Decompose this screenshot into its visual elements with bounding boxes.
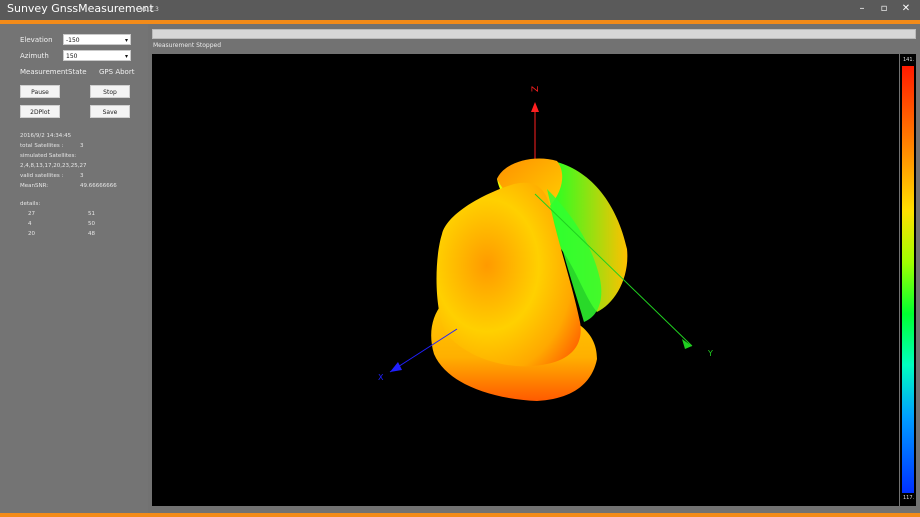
colorbar bbox=[902, 66, 914, 493]
satellite-info: 2016/9/2 14:34:45 total Satellites : 3 si… bbox=[20, 131, 140, 239]
measurement-state-value: GPS Abort bbox=[99, 68, 135, 76]
chevron-down-icon: ▾ bbox=[124, 37, 128, 44]
colorbar-min-label: 117. bbox=[903, 495, 915, 501]
detail-sat: 27 bbox=[28, 211, 35, 217]
mean-snr-label: MeanSNR: bbox=[20, 183, 49, 189]
mean-snr-value: 49.66666666 bbox=[80, 183, 117, 189]
simulated-satellites-label: simulated Satellites: bbox=[20, 153, 77, 159]
details-row: 4 50 bbox=[20, 219, 140, 229]
details-row: 20 48 bbox=[20, 229, 140, 239]
chevron-down-icon: ▾ bbox=[124, 53, 128, 60]
azimuth-value: 150 bbox=[66, 53, 78, 60]
detail-snr: 50 bbox=[88, 221, 95, 227]
title-bar: Sunvey GnssMeasurement v1.2.3 – ▫ ✕ bbox=[0, 0, 920, 20]
azimuth-select[interactable]: 150 ▾ bbox=[63, 50, 131, 61]
elevation-label: Elevation bbox=[20, 36, 53, 44]
colorbar-max-label: 141. bbox=[903, 57, 915, 63]
antenna-pattern-svg: Z Y X bbox=[378, 86, 713, 401]
save-button[interactable]: Save bbox=[90, 105, 130, 118]
3d-plot-viewport[interactable]: Z Y X bbox=[152, 54, 899, 506]
elevation-select[interactable]: -150 ▾ bbox=[63, 34, 131, 45]
close-icon[interactable]: ✕ bbox=[900, 3, 912, 15]
total-satellites-label: total Satellites : bbox=[20, 143, 64, 149]
z-axis-label: Z bbox=[531, 86, 541, 92]
x-axis-arrow-icon bbox=[390, 362, 402, 372]
pause-button[interactable]: Pause bbox=[20, 85, 60, 98]
2dplot-button[interactable]: 2DPlot bbox=[20, 105, 60, 118]
app-title: Sunvey GnssMeasurement bbox=[7, 2, 154, 15]
detail-snr: 48 bbox=[88, 231, 95, 237]
control-panel: Elevation -150 ▾ Azimuth 150 ▾ Measureme… bbox=[0, 24, 148, 513]
stop-button[interactable]: Stop bbox=[90, 85, 130, 98]
progress-bar bbox=[152, 29, 916, 39]
detail-snr: 51 bbox=[88, 211, 95, 217]
azimuth-label: Azimuth bbox=[20, 52, 49, 60]
timestamp: 2016/9/2 14:34:45 bbox=[20, 133, 72, 139]
details-row: 27 51 bbox=[20, 209, 140, 219]
elevation-value: -150 bbox=[66, 37, 80, 44]
valid-satellites-value: 3 bbox=[80, 173, 84, 179]
x-axis-label: X bbox=[378, 373, 384, 382]
total-satellites-value: 3 bbox=[80, 143, 84, 149]
detail-sat: 4 bbox=[28, 221, 32, 227]
valid-satellites-label: valid satellites : bbox=[20, 173, 64, 179]
minimize-icon[interactable]: – bbox=[856, 3, 868, 15]
simulated-satellites-list: 2,4,8,13,17,20,23,25,27 bbox=[20, 163, 87, 169]
app-version: v1.2.3 bbox=[140, 6, 159, 13]
detail-sat: 20 bbox=[28, 231, 35, 237]
y-axis-label: Y bbox=[707, 349, 713, 358]
measurement-state-label: MeasurementState bbox=[20, 68, 87, 76]
accent-bar-bottom bbox=[0, 513, 920, 517]
app-window: Sunvey GnssMeasurement v1.2.3 – ▫ ✕ Elev… bbox=[0, 0, 920, 517]
details-label: details: bbox=[20, 201, 41, 207]
z-axis-arrow-icon bbox=[531, 102, 539, 112]
maximize-icon[interactable]: ▫ bbox=[878, 3, 890, 15]
status-text: Measurement Stopped bbox=[153, 42, 222, 49]
